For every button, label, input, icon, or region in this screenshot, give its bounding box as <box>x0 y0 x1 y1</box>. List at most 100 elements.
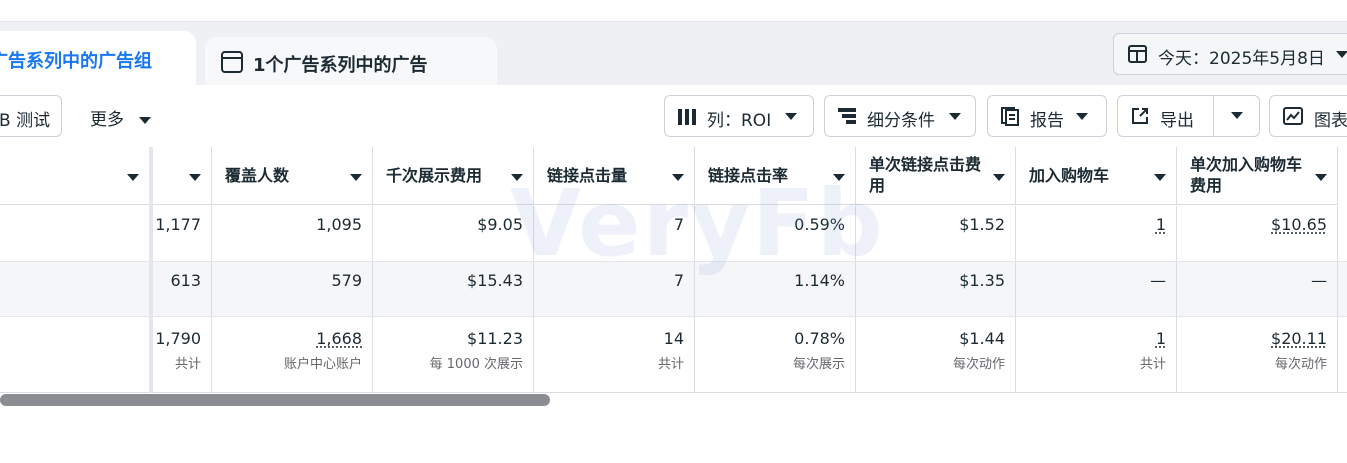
table-cell: $10.65 <box>1177 206 1338 261</box>
table-cell: 7 <box>534 262 695 316</box>
tab-ads[interactable]: 1个广告系列中的广告 <box>205 37 497 86</box>
chevron-down-icon <box>127 174 139 181</box>
table-cell: 7 <box>534 206 695 261</box>
column-header-label: 加入购物车 <box>1029 165 1109 186</box>
chevron-down-icon <box>511 174 523 181</box>
column-header-cpc[interactable]: 单次链接点击费用 <box>856 147 1016 205</box>
date-range-button[interactable]: 今天：2025年5月8日 <box>1113 33 1347 75</box>
reports-button[interactable]: 报告 <box>987 95 1107 137</box>
column-header-add-to-cart[interactable]: 加入购物车 <box>1016 147 1177 205</box>
tab-bar: 广告系列中的广告组 1个广告系列中的广告 今天：2025年5月8日 <box>0 22 1347 85</box>
chevron-down-icon <box>1231 112 1243 119</box>
chevron-down-icon <box>785 113 797 120</box>
breakdown-icon <box>838 108 856 125</box>
column-header-label: 链接点击量 <box>547 165 627 186</box>
table-cell: $11.23 每 1000 次展示 <box>373 317 534 392</box>
chevron-down-icon <box>189 174 201 181</box>
total-value[interactable]: $20.11 <box>1271 329 1327 348</box>
calendar-icon <box>1128 45 1147 63</box>
tab-ads-label: 1个广告系列中的广告 <box>253 51 428 77</box>
cell-value: $9.05 <box>477 215 523 234</box>
total-sublabel: 共计 <box>175 353 201 372</box>
cell-value-link[interactable]: $10.65 <box>1271 215 1327 234</box>
total-value[interactable]: 1,668 <box>316 329 362 348</box>
total-sublabel: 共计 <box>658 353 684 372</box>
tab-ad-sets[interactable]: 广告系列中的广告组 <box>0 31 196 86</box>
table-cell: — <box>1016 262 1177 316</box>
cell-value: 1.14% <box>794 271 845 290</box>
date-range-label: 今天：2025年5月8日 <box>1158 44 1325 69</box>
table-cell: 0.59% <box>695 206 856 261</box>
breakdown-button[interactable]: 细分条件 <box>824 95 976 137</box>
cell-value: $1.35 <box>959 271 1005 290</box>
breakdown-label: 细分条件 <box>867 106 935 131</box>
total-value: 0.78% <box>794 329 845 348</box>
cell-value: 613 <box>170 271 201 290</box>
chevron-down-icon <box>139 117 151 124</box>
table-row[interactable]: 1,177 1,095 $9.05 7 0.59% $1.52 1 $10.65 <box>0 206 1347 262</box>
column-header-cost-per-add-to-cart[interactable]: 单次加入购物车费用 <box>1177 147 1338 205</box>
table-cell: $9.05 <box>373 206 534 261</box>
columns-label: 列：ROI <box>707 106 771 131</box>
charts-button[interactable]: 图表 <box>1269 95 1347 137</box>
export-menu-button[interactable] <box>1214 96 1260 136</box>
total-value: 14 <box>664 329 684 348</box>
export-button[interactable]: 导出 <box>1118 96 1214 136</box>
columns-button[interactable]: 列：ROI <box>664 95 814 137</box>
column-header-name[interactable] <box>0 147 150 205</box>
reports-icon <box>1001 107 1021 126</box>
table-cell: 1 <box>1016 206 1177 261</box>
cell-value: 579 <box>331 271 362 290</box>
total-sublabel: 每次动作 <box>953 353 1005 372</box>
cell-value: 1,177 <box>155 215 201 234</box>
window-top-strip <box>0 0 1347 22</box>
cell-value-link[interactable]: 1 <box>1156 215 1166 234</box>
table-cell: — <box>1177 262 1338 316</box>
toolbar: B 测试 更多 列：ROI 细分条件 报告 导出 图表 <box>0 85 1347 147</box>
column-header-reach[interactable]: 覆盖人数 <box>212 147 373 205</box>
column-header-label: 链接点击率 <box>708 165 788 186</box>
more-button[interactable]: 更多 <box>90 105 151 130</box>
column-header-label: 单次加入购物车费用 <box>1190 154 1315 196</box>
cell-value: 1,095 <box>316 215 362 234</box>
column-header-impressions[interactable] <box>153 147 212 205</box>
chevron-down-icon <box>1336 51 1347 58</box>
chevron-down-icon <box>672 174 684 181</box>
horizontal-scrollbar[interactable] <box>0 394 550 406</box>
ab-test-label: B 测试 <box>0 106 50 131</box>
frozen-column-divider <box>149 147 153 393</box>
cell-value: 7 <box>674 215 684 234</box>
cell-value: $1.52 <box>959 215 1005 234</box>
total-sublabel: 每 1000 次展示 <box>430 353 523 372</box>
total-value[interactable]: 1 <box>1156 329 1166 348</box>
more-label: 更多 <box>90 110 124 130</box>
chevron-down-icon <box>1076 113 1088 120</box>
cell-value: 7 <box>674 271 684 290</box>
column-header-link-clicks[interactable]: 链接点击量 <box>534 147 695 205</box>
table-cell: $1.52 <box>856 206 1016 261</box>
table-row[interactable]: 613 579 $15.43 7 1.14% $1.35 — — <box>0 262 1347 317</box>
chevron-down-icon <box>949 113 961 120</box>
chart-icon <box>1283 107 1303 125</box>
table-cell: 1,095 <box>212 206 373 261</box>
cell-value: — <box>1311 271 1327 290</box>
ab-test-button[interactable]: B 测试 <box>0 95 62 137</box>
column-header-ctr[interactable]: 链接点击率 <box>695 147 856 205</box>
table-cell-name <box>0 317 150 392</box>
export-label: 导出 <box>1160 106 1194 131</box>
chevron-down-icon <box>993 174 1005 181</box>
table-cell: $1.44 每次动作 <box>856 317 1016 392</box>
column-header-cpm[interactable]: 千次展示费用 <box>373 147 534 205</box>
cell-value: 0.59% <box>794 215 845 234</box>
table-cell: 579 <box>212 262 373 316</box>
ad-window-icon <box>221 51 243 73</box>
tab-ad-sets-label: 广告系列中的广告组 <box>0 47 152 73</box>
table-cell: 1,790 共计 <box>153 317 212 392</box>
table-cell: 1,668 账户中心账户 <box>212 317 373 392</box>
total-sublabel: 共计 <box>1140 353 1166 372</box>
table-cell: 1 共计 <box>1016 317 1177 392</box>
table-cell: 613 <box>153 262 212 316</box>
table-cell-name <box>0 206 150 261</box>
total-sublabel: 每次动作 <box>1275 353 1327 372</box>
charts-label: 图表 <box>1314 106 1347 131</box>
